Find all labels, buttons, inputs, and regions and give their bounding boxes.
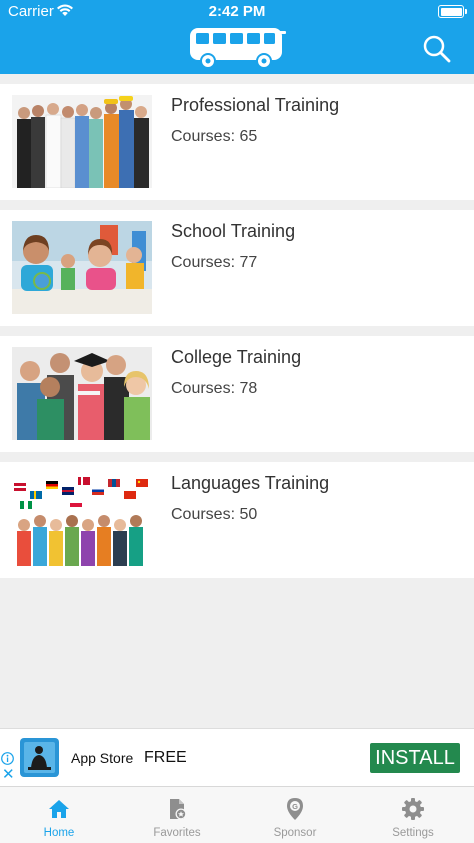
tab-bar: Home Favorites G Sponsor Settings <box>0 786 474 843</box>
course-card-languages[interactable]: Languages Training Courses: 50 <box>0 462 474 578</box>
ad-banner[interactable]: ✕ App Store FREE INSTALL <box>0 728 474 787</box>
course-count: Courses: 50 <box>171 506 258 523</box>
course-title: School Training <box>171 221 296 241</box>
bus-icon <box>190 28 286 69</box>
info-icon[interactable] <box>1 752 14 765</box>
ad-price-label: FREE <box>144 749 187 766</box>
course-count: Courses: 77 <box>171 254 258 271</box>
tab-label: Sponsor <box>273 827 317 839</box>
tab-home[interactable]: Home <box>0 787 118 843</box>
course-card-professional[interactable]: Professional Training Courses: 65 <box>0 84 474 200</box>
gear-icon <box>402 798 424 820</box>
tab-sponsor[interactable]: G Sponsor <box>236 787 354 843</box>
navigation-bar: Carrier 2:42 PM <box>0 0 474 74</box>
course-title: Languages Training <box>171 473 330 493</box>
school-children-photo <box>12 221 152 314</box>
favorites-icon <box>170 799 187 820</box>
tab-favorites[interactable]: Favorites <box>118 787 236 843</box>
close-ad-icon[interactable]: ✕ <box>2 767 15 782</box>
svg-text:G: G <box>292 802 298 811</box>
course-card-college[interactable]: College Training Courses: 78 <box>0 336 474 452</box>
tab-label: Home <box>43 827 75 839</box>
install-button[interactable]: INSTALL <box>370 743 460 773</box>
college-students-photo <box>12 347 152 440</box>
course-count: Courses: 65 <box>171 128 258 145</box>
tab-label: Settings <box>392 827 434 839</box>
home-icon <box>49 800 69 818</box>
search-icon[interactable] <box>420 32 454 66</box>
battery-icon <box>438 5 467 18</box>
course-list: Professional Training Courses: 65 School… <box>0 84 474 588</box>
sponsor-icon: G <box>287 798 303 820</box>
tab-settings[interactable]: Settings <box>354 787 472 843</box>
professionals-group-photo <box>12 95 152 188</box>
course-title: Professional Training <box>171 95 340 115</box>
course-title: College Training <box>171 347 302 367</box>
status-time: 2:42 PM <box>208 3 266 20</box>
app-icon <box>20 738 59 777</box>
tab-label: Favorites <box>153 827 201 839</box>
people-with-flags-photo <box>12 473 152 566</box>
ad-store-label: App Store <box>71 750 134 766</box>
course-card-school[interactable]: School Training Courses: 77 <box>0 210 474 326</box>
status-bar: Carrier 2:42 PM <box>0 0 474 24</box>
course-count: Courses: 78 <box>171 380 258 397</box>
